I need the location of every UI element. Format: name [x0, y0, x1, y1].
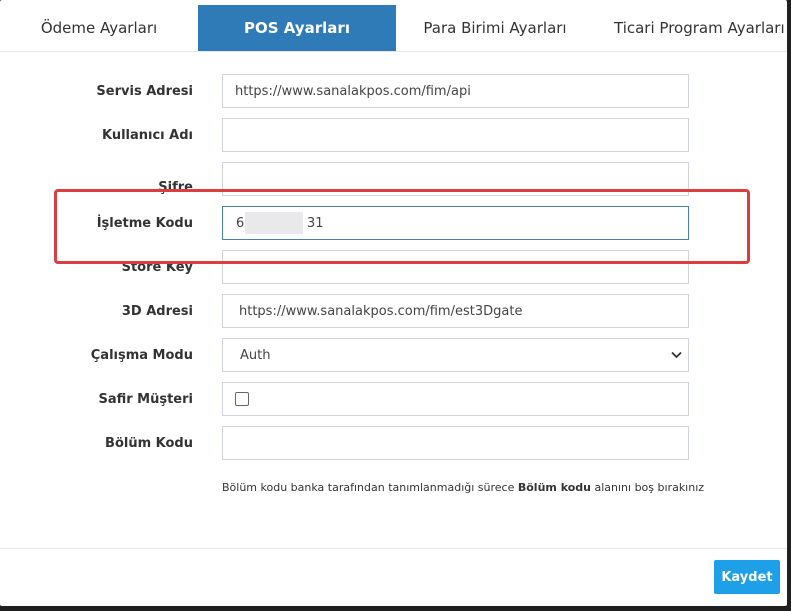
threed-address-row: 3D Adresi	[0, 294, 787, 328]
help-text-after: alanını boş bırakınız	[590, 481, 705, 494]
help-text-before: Bölüm kodu banka tarafından tanımlanmadı…	[222, 481, 518, 494]
chevron-down-icon	[664, 351, 688, 359]
work-mode-select[interactable]: Auth	[222, 338, 689, 372]
service-address-label: Servis Adresi	[96, 83, 193, 99]
username-label: Kullanıcı Adı	[101, 127, 193, 143]
password-label: Şifre	[158, 180, 193, 195]
tab-pos-settings[interactable]: POS Ayarları	[198, 5, 396, 51]
safir-customer-label: Safir Müşteri	[98, 391, 193, 407]
merchant-code-value-start: 6	[236, 215, 245, 231]
tab-label: Ticari Program Ayarları	[614, 19, 785, 37]
store-key-field[interactable]	[222, 250, 689, 284]
tab-bar: Ödeme Ayarları POS Ayarları Para Birimi …	[0, 5, 787, 52]
store-key-input[interactable]	[223, 251, 688, 283]
merchant-code-value-end: 31	[307, 215, 324, 231]
work-mode-value: Auth	[240, 347, 271, 363]
safir-customer-row: Safir Müşteri	[0, 382, 787, 416]
tab-currency-settings[interactable]: Para Birimi Ayarları	[396, 5, 594, 51]
password-row: Şifre	[0, 162, 787, 196]
section-code-label: Bölüm Kodu	[105, 435, 193, 451]
close-icon	[768, 5, 782, 24]
threed-address-input[interactable]	[223, 295, 688, 327]
safir-customer-checkbox[interactable]	[235, 392, 249, 406]
username-field[interactable]	[222, 118, 689, 152]
close-button[interactable]	[762, 1, 788, 27]
merchant-code-row: İşletme Kodu 6 31	[0, 206, 787, 240]
help-text-bold: Bölüm kodu	[517, 481, 591, 494]
work-mode-label: Çalışma Modu	[90, 347, 193, 363]
store-key-label: Store Key	[121, 259, 193, 275]
redacted-block	[245, 212, 303, 234]
section-code-input[interactable]	[223, 427, 688, 459]
threed-address-field[interactable]	[222, 294, 689, 328]
merchant-code-field[interactable]: 6 31	[222, 206, 689, 240]
tab-payment-settings[interactable]: Ödeme Ayarları	[0, 5, 198, 51]
service-address-row: Servis Adresi	[0, 74, 787, 108]
threed-address-label: 3D Adresi	[121, 303, 193, 319]
tab-label: POS Ayarları	[244, 19, 350, 37]
service-address-field[interactable]	[222, 74, 689, 108]
username-row: Kullanıcı Adı	[0, 118, 787, 152]
username-input[interactable]	[223, 119, 688, 151]
footer-divider	[0, 548, 787, 549]
section-code-row: Bölüm Kodu	[0, 426, 787, 460]
section-code-field[interactable]	[222, 426, 689, 460]
safir-customer-field	[222, 382, 689, 416]
section-code-help-text: Bölüm kodu banka tarafından tanımlanmadı…	[222, 481, 704, 494]
service-address-input[interactable]	[223, 75, 688, 107]
password-input[interactable]	[223, 163, 688, 195]
store-key-row: Store Key	[0, 250, 787, 284]
tab-label: Para Birimi Ayarları	[423, 19, 567, 37]
password-field[interactable]	[222, 162, 689, 196]
settings-modal: Ödeme Ayarları POS Ayarları Para Birimi …	[0, 0, 787, 606]
tab-commercial-program-settings[interactable]: Ticari Program Ayarları	[594, 5, 787, 51]
merchant-code-label: İşletme Kodu	[96, 215, 193, 231]
work-mode-row: Çalışma Modu Auth	[0, 338, 787, 372]
save-button[interactable]: Kaydet	[714, 560, 780, 594]
tab-label: Ödeme Ayarları	[40, 19, 158, 37]
